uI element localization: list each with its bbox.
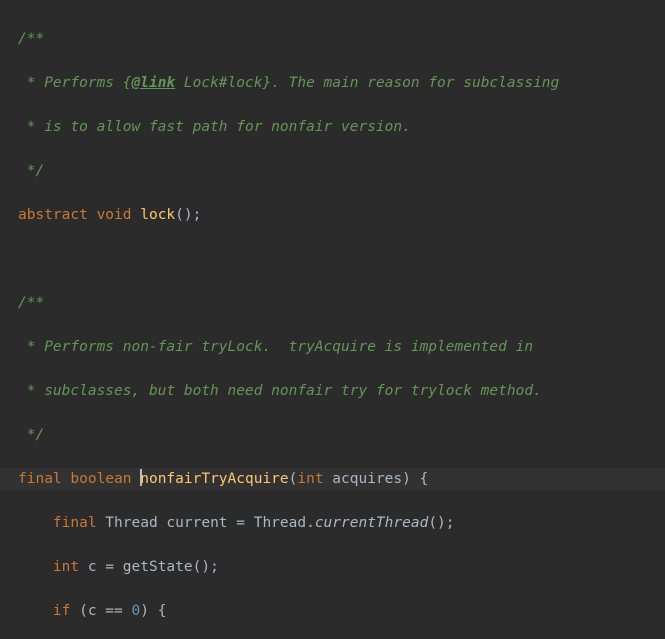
keyword: boolean: [70, 471, 131, 487]
code-text: ();: [428, 515, 454, 531]
code-text: ) {: [140, 603, 166, 619]
keyword: int: [297, 471, 323, 487]
code-text: (c ==: [70, 603, 131, 619]
javadoc: * Performs {: [18, 75, 132, 91]
javadoc: */: [18, 163, 44, 179]
code-line: */: [0, 424, 665, 446]
code-line: * Performs {@link Lock#lock}. The main r…: [0, 72, 665, 94]
code-editor[interactable]: /** * Performs {@link Lock#lock}. The ma…: [0, 0, 665, 639]
javadoc-tag: @link: [132, 75, 176, 91]
code-line: if (c == 0) {: [0, 600, 665, 622]
javadoc: Lock#lock}. The main reason for subclass…: [175, 75, 559, 91]
javadoc: /**: [18, 295, 44, 311]
blank-line: [0, 248, 665, 270]
static-call: currentThread: [315, 515, 429, 531]
keyword: if: [53, 603, 70, 619]
javadoc: * is to allow fast path for nonfair vers…: [18, 119, 411, 135]
keyword: abstract: [18, 207, 88, 223]
javadoc: /**: [18, 31, 44, 47]
code-line: */: [0, 160, 665, 182]
code-text: ();: [175, 207, 201, 223]
javadoc: */: [18, 427, 44, 443]
code-line: * is to allow fast path for nonfair vers…: [0, 116, 665, 138]
method-name: lock: [140, 207, 175, 223]
keyword: final: [18, 471, 62, 487]
method-name: nonfairTryAcquire: [140, 471, 288, 487]
code-line: /**: [0, 28, 665, 50]
keyword: final: [53, 515, 97, 531]
javadoc: * subclasses, but both need nonfair try …: [18, 383, 542, 399]
code-text: acquires) {: [324, 471, 429, 487]
code-line: int c = getState();: [0, 556, 665, 578]
code-line: * subclasses, but both need nonfair try …: [0, 380, 665, 402]
code-text: c = getState();: [79, 559, 219, 575]
code-line-active: final boolean nonfairTryAcquire(int acqu…: [0, 468, 665, 490]
javadoc: * Performs non-fair tryLock. tryAcquire …: [18, 339, 533, 355]
number-literal: 0: [132, 603, 141, 619]
code-line: abstract void lock();: [0, 204, 665, 226]
code-line: final Thread current = Thread.currentThr…: [0, 512, 665, 534]
keyword: int: [53, 559, 79, 575]
code-line: /**: [0, 292, 665, 314]
code-line: * Performs non-fair tryLock. tryAcquire …: [0, 336, 665, 358]
code-text: Thread current = Thread.: [97, 515, 315, 531]
keyword: void: [97, 207, 132, 223]
